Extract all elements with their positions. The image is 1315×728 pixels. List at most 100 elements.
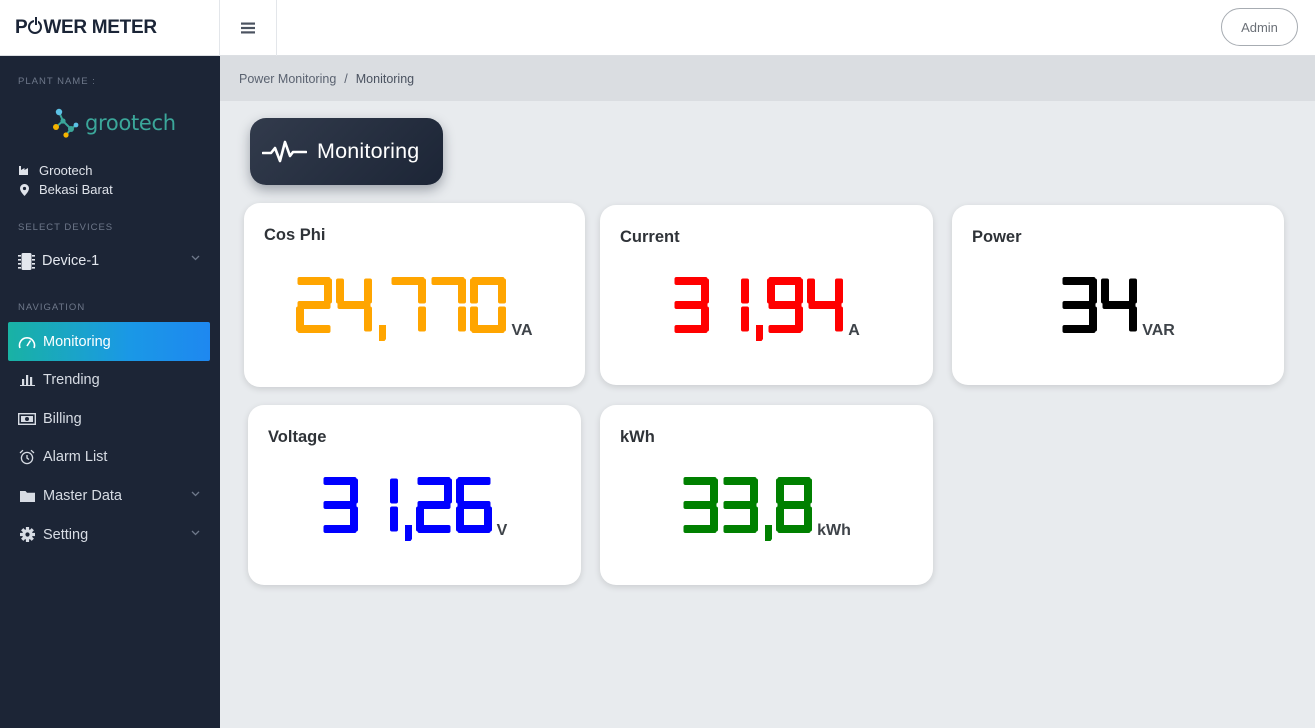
- digit-8: [776, 477, 813, 533]
- segment-c: [741, 306, 750, 332]
- segment-c: [389, 506, 398, 532]
- kwh-card: kWh kWh: [600, 405, 933, 585]
- segment-f: [336, 278, 345, 304]
- segment-b: [443, 478, 452, 504]
- app-title: P WER METER: [15, 17, 157, 38]
- money-icon: [18, 410, 36, 428]
- breadcrumb: Power Monitoring / Monitoring: [220, 56, 1315, 101]
- decimal-comma: [765, 525, 773, 541]
- chevron-down-icon: [191, 530, 200, 536]
- nav-billing[interactable]: Billing: [8, 399, 210, 438]
- segment-b: [418, 278, 427, 304]
- card-value: [323, 477, 492, 541]
- segment-d: [1062, 325, 1096, 333]
- card-unit: VAR: [1142, 322, 1175, 339]
- segment-b: [795, 278, 804, 304]
- card-unit: V: [496, 522, 508, 539]
- card-unit: VA: [511, 322, 533, 339]
- digit-7: [391, 277, 427, 332]
- selected-device: Device-1: [42, 253, 100, 269]
- card-value: [674, 277, 844, 341]
- card-title: Voltage: [268, 428, 327, 446]
- segment-f: [455, 478, 464, 504]
- segment-b: [458, 278, 467, 304]
- gear-icon: [18, 526, 36, 544]
- plant-logo-text: grootech: [85, 111, 176, 135]
- card-reading: VAR: [952, 277, 1284, 341]
- segment-f: [1101, 278, 1110, 304]
- admin-user-button[interactable]: Admin: [1221, 8, 1298, 46]
- sidebar: PLANT NAME : grootech Grootech Bekasi Ba…: [0, 56, 220, 728]
- decimal-comma: [756, 325, 764, 341]
- segment-f: [776, 478, 785, 504]
- segment-c: [364, 306, 373, 332]
- hamburger-icon: [241, 22, 255, 34]
- nav-label: Setting: [43, 526, 89, 543]
- segment-b: [324, 278, 333, 304]
- decimal-comma: [379, 325, 387, 341]
- card-unit: kWh: [817, 522, 851, 539]
- digit-4: [336, 278, 373, 332]
- segment-e: [776, 506, 785, 532]
- nav-master-data[interactable]: Master Data: [8, 476, 210, 515]
- nav-alarm-list[interactable]: Alarm List: [8, 437, 210, 476]
- page-title-text: Monitoring: [317, 139, 420, 163]
- page-title: Monitoring: [250, 118, 443, 185]
- plant-name-label: PLANT NAME :: [18, 76, 96, 87]
- alarm-clock-icon: [18, 448, 36, 466]
- breadcrumb-parent-link[interactable]: Power Monitoring: [239, 72, 336, 86]
- card-reading: A: [600, 277, 933, 341]
- segment-b: [349, 478, 358, 504]
- segment-d: [768, 325, 802, 333]
- digit-3: [723, 477, 759, 533]
- map-pin-icon: [18, 183, 30, 196]
- card-value: [683, 477, 813, 541]
- digit-2: [415, 477, 452, 533]
- power-card: Power VAR: [952, 205, 1284, 385]
- segment-b: [389, 478, 398, 504]
- digit-3: [683, 477, 719, 533]
- nav-setting[interactable]: Setting: [8, 515, 210, 554]
- digit-1: [389, 478, 398, 532]
- digit-9: [767, 277, 804, 333]
- menu-toggle-button[interactable]: [220, 0, 277, 56]
- chip-icon: [18, 252, 35, 270]
- nav-monitoring[interactable]: Monitoring: [8, 322, 210, 361]
- segment-d: [297, 325, 331, 333]
- device-select[interactable]: Device-1: [18, 250, 202, 272]
- factory-icon: [18, 166, 30, 175]
- card-reading: VA: [244, 277, 585, 341]
- segment-e: [470, 306, 479, 332]
- app-brand[interactable]: P WER METER: [0, 0, 220, 56]
- segment-b: [741, 278, 750, 304]
- nav-trending[interactable]: Trending: [8, 360, 210, 399]
- breadcrumb-current: Monitoring: [355, 71, 415, 86]
- segment-b: [364, 278, 373, 304]
- plant-location: Bekasi Barat: [39, 182, 113, 197]
- plant-logo: grootech: [52, 108, 176, 138]
- segment-g: [777, 501, 811, 509]
- segment-c: [1129, 306, 1138, 332]
- card-unit: A: [848, 322, 860, 339]
- card-reading: V: [248, 477, 581, 541]
- segment-c: [835, 306, 844, 332]
- nav-label: Alarm List: [43, 448, 108, 465]
- plant-name-row: Grootech: [18, 163, 92, 178]
- top-navbar: P WER METER Admin: [0, 0, 1315, 56]
- segment-c: [458, 306, 467, 332]
- nav-label: Monitoring: [43, 333, 111, 350]
- card-value: [1062, 277, 1138, 333]
- digit-3: [1062, 277, 1098, 333]
- molecule-logo-icon: [53, 108, 79, 138]
- nav-label: Billing: [43, 410, 82, 427]
- plant-name: Grootech: [39, 163, 93, 178]
- voltage-card: Voltage V: [248, 405, 581, 585]
- segment-d: [683, 525, 717, 533]
- current-card: Current A: [600, 205, 933, 385]
- segment-b: [750, 478, 759, 504]
- digit-3: [674, 277, 710, 333]
- segment-d: [674, 325, 708, 333]
- plant-location-row: Bekasi Barat: [18, 182, 113, 197]
- digit-3: [323, 477, 358, 533]
- select-devices-label: SELECT DEVICES: [18, 222, 114, 233]
